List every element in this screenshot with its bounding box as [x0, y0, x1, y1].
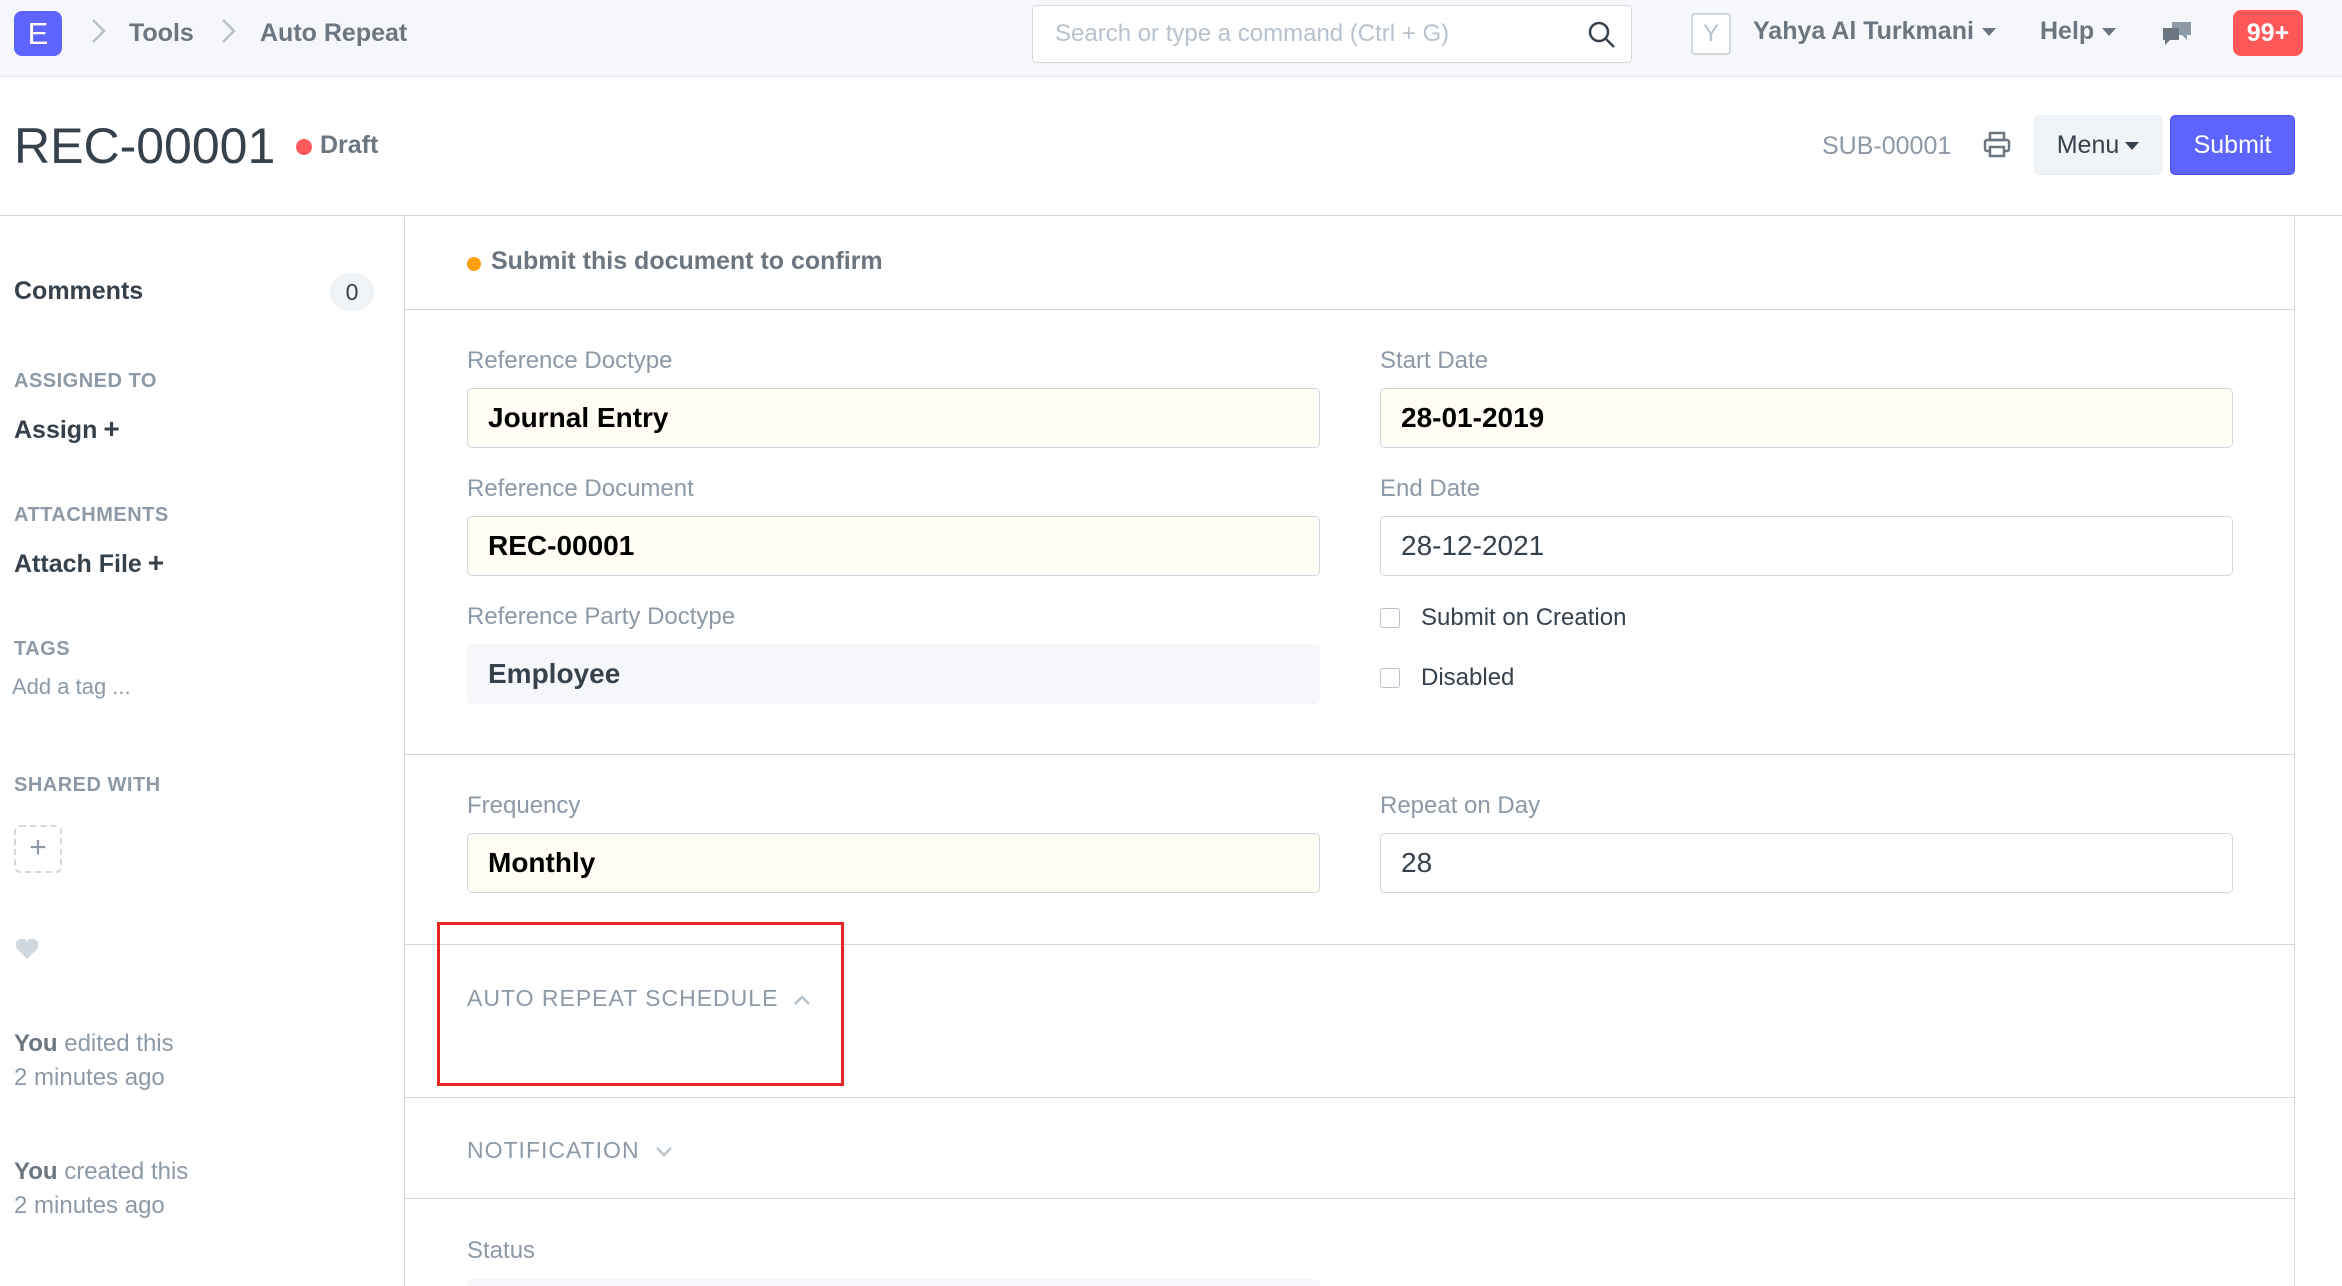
page-title: REC-00001 — [14, 118, 276, 174]
reference-document-field[interactable]: REC-00001 — [467, 516, 1320, 576]
submit-on-creation-checkbox[interactable] — [1380, 608, 1400, 628]
submit-alert: Submit this document to confirm — [491, 247, 883, 275]
activity-time: 2 minutes ago — [14, 1064, 165, 1091]
repeat-on-day-field[interactable]: 28 — [1380, 833, 2233, 893]
navbar: E Tools Auto Repeat Y Yahya Al Turkmani … — [0, 0, 2342, 77]
subscription-link[interactable]: SUB-00001 — [1822, 132, 1951, 161]
divider — [405, 1097, 2294, 1098]
attach-file-label: Attach File — [14, 550, 142, 578]
start-date-field[interactable]: 28-01-2019 — [1380, 388, 2233, 448]
submit-button[interactable]: Submit — [2170, 115, 2295, 175]
caret-down-icon — [2125, 141, 2140, 150]
reference-party-doctype-label: Reference Party Doctype — [467, 603, 736, 630]
heart-icon[interactable] — [14, 937, 40, 961]
share-add-button[interactable]: + — [14, 825, 62, 873]
activity-action: edited this — [64, 1030, 174, 1057]
form-sidebar: Comments 0 ASSIGNED TO Assign + ATTACHMEN… — [0, 217, 404, 1286]
activity-item: You created this 2 minutes ago — [14, 1155, 188, 1223]
plus-icon: + — [103, 413, 120, 444]
alert-indicator-dot — [467, 257, 481, 271]
app-logo[interactable]: E — [14, 11, 62, 56]
highlight-box — [437, 922, 844, 1086]
add-tag-input[interactable]: Add a tag ... — [12, 674, 131, 700]
activity-item: You edited this 2 minutes ago — [14, 1027, 174, 1095]
divider — [405, 1198, 2294, 1199]
chevron-right-icon — [92, 19, 106, 43]
assign-label: Assign — [14, 416, 98, 444]
activity-time: 2 minutes ago — [14, 1192, 165, 1219]
repeat-on-day-label: Repeat on Day — [1380, 792, 1541, 819]
breadcrumb-tools[interactable]: Tools — [129, 19, 194, 48]
submit-on-creation-label: Submit on Creation — [1421, 604, 1627, 631]
activity-user: You — [14, 1030, 58, 1057]
menu-button[interactable]: Menu — [2034, 115, 2162, 175]
activity-action: created this — [64, 1158, 189, 1185]
tags-heading: TAGS — [14, 638, 71, 660]
caret-down-icon — [1981, 28, 1996, 37]
notifications-badge[interactable]: 99+ — [2233, 10, 2303, 56]
reference-document-label: Reference Document — [467, 475, 694, 502]
chevron-right-icon — [222, 19, 236, 43]
plus-icon: + — [147, 547, 165, 578]
menu-button-label: Menu — [2056, 130, 2120, 159]
form-layout: Submit this document to confirm Referenc… — [404, 217, 2295, 1286]
user-menu[interactable]: Yahya Al Turkmani — [1753, 17, 1996, 46]
help-label: Help — [2040, 17, 2095, 45]
divider — [405, 754, 2294, 755]
status-indicator-dot — [296, 139, 312, 155]
search-icon[interactable] — [1587, 20, 1617, 50]
avatar[interactable]: Y — [1691, 13, 1731, 55]
help-menu[interactable]: Help — [2040, 17, 2117, 46]
chat-icon[interactable] — [2160, 19, 2194, 49]
section-notification[interactable]: NOTIFICATION — [467, 1137, 674, 1164]
frequency-label: Frequency — [467, 792, 581, 819]
end-date-field[interactable]: 28-12-2021 — [1380, 516, 2233, 576]
status-label: Status — [467, 1237, 536, 1264]
search-input[interactable] — [1033, 6, 1553, 62]
reference-doctype-label: Reference Doctype — [467, 347, 673, 374]
caret-down-icon — [2102, 28, 2117, 37]
activity-user: You — [14, 1158, 58, 1185]
assign-button[interactable]: Assign + — [14, 413, 120, 445]
print-icon[interactable] — [1982, 130, 2012, 160]
status-badge: Draft — [320, 131, 379, 159]
end-date-label: End Date — [1380, 475, 1481, 502]
start-date-label: Start Date — [1380, 347, 1489, 374]
shared-with-heading: SHARED WITH — [14, 774, 161, 796]
reference-doctype-field[interactable]: Journal Entry — [467, 388, 1320, 448]
page-head: REC-00001 Draft SUB-00001 Menu Submit — [0, 77, 2342, 216]
disabled-label: Disabled — [1421, 664, 1515, 691]
section-title: NOTIFICATION — [467, 1137, 640, 1163]
search-box — [1032, 5, 1632, 63]
comments-count-badge: 0 — [330, 273, 374, 311]
chevron-down-icon — [655, 1147, 672, 1157]
user-name: Yahya Al Turkmani — [1753, 17, 1974, 45]
reference-party-doctype-value: Employee — [467, 644, 1320, 704]
disabled-checkbox[interactable] — [1380, 668, 1400, 688]
breadcrumb-auto-repeat[interactable]: Auto Repeat — [260, 19, 407, 48]
status-field[interactable] — [467, 1279, 1320, 1286]
assigned-to-heading: ASSIGNED TO — [14, 370, 157, 392]
attach-file-button[interactable]: Attach File + — [14, 547, 164, 579]
comments-link[interactable]: Comments — [14, 277, 143, 306]
divider — [405, 309, 2294, 310]
attachments-heading: ATTACHMENTS — [14, 504, 169, 526]
frequency-select[interactable]: Monthly — [467, 833, 1320, 893]
